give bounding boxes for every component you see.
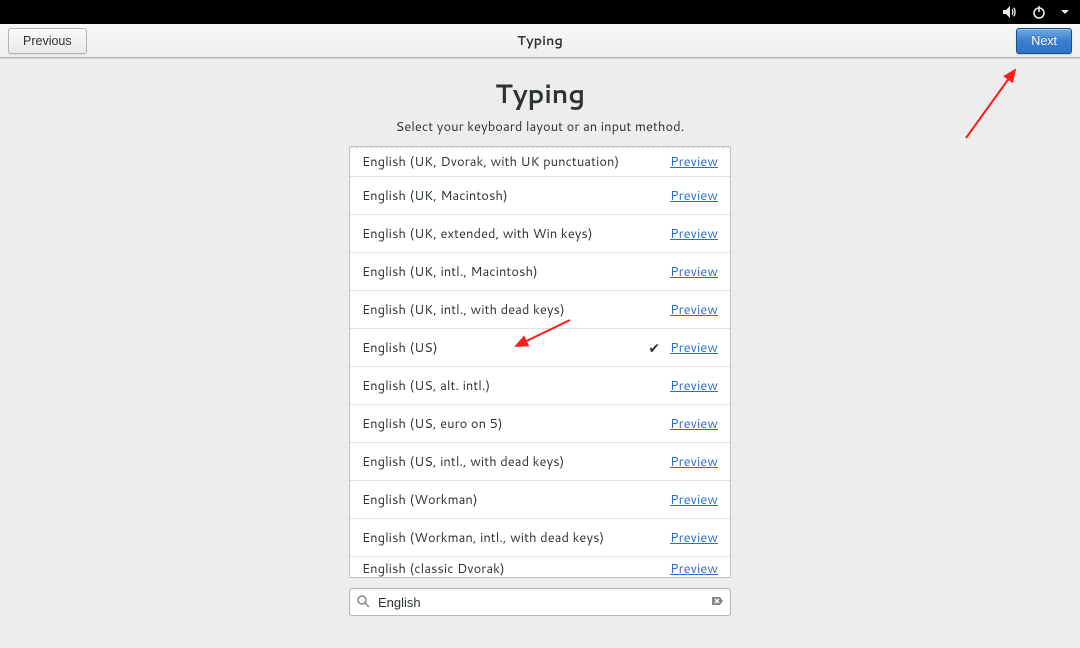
search-input[interactable] — [376, 594, 710, 611]
power-icon[interactable] — [1032, 5, 1046, 19]
layout-row[interactable]: English (Workman)Preview — [350, 481, 730, 519]
keyboard-layout-list[interactable]: English (UK, Dvorak, with UK punctuation… — [349, 146, 731, 578]
layout-row[interactable]: English (UK, extended, with Win keys)Pre… — [350, 215, 730, 253]
preview-link[interactable]: Preview — [670, 301, 718, 319]
layout-row[interactable]: English (US)✔ Preview — [350, 329, 730, 367]
header-title: Typing — [0, 32, 1080, 50]
preview-link[interactable]: Preview — [670, 453, 718, 471]
preview-link[interactable]: Preview — [670, 491, 718, 509]
page-subtitle: Select your keyboard layout or an input … — [396, 118, 685, 136]
layout-row[interactable]: English (Workman, intl., with dead keys)… — [350, 519, 730, 557]
layout-label: English (Workman) — [362, 491, 670, 509]
layout-label: English (UK, Dvorak, with UK punctuation… — [362, 153, 670, 171]
layout-label: English (US, intl., with dead keys) — [362, 453, 670, 471]
preview-link[interactable]: Preview — [670, 529, 718, 547]
layout-label: English (US, alt. intl.) — [362, 377, 670, 395]
layout-label: English (US, euro on 5) — [362, 415, 670, 433]
layout-row[interactable]: English (UK, Macintosh)Preview — [350, 177, 730, 215]
layout-label: English (UK, extended, with Win keys) — [362, 225, 670, 243]
layout-label: English (UK, intl., Macintosh) — [362, 263, 670, 281]
preview-link[interactable]: Preview — [670, 560, 718, 578]
main-content: Typing Select your keyboard layout or an… — [0, 58, 1080, 616]
preview-link[interactable]: Preview — [670, 263, 718, 281]
layout-row[interactable]: English (US, alt. intl.)Preview — [350, 367, 730, 405]
check-icon: ✔ — [648, 338, 660, 358]
search-icon — [356, 591, 370, 614]
layout-row[interactable]: English (UK, intl., with dead keys)Previ… — [350, 291, 730, 329]
layout-row[interactable]: English (classic Dvorak)Preview — [350, 557, 730, 578]
layout-row[interactable]: English (UK, intl., Macintosh)Preview — [350, 253, 730, 291]
next-button[interactable]: Next — [1016, 28, 1072, 54]
layout-row[interactable]: English (US, intl., with dead keys)Previ… — [350, 443, 730, 481]
layout-row[interactable]: English (UK, Dvorak, with UK punctuation… — [350, 147, 730, 177]
preview-link[interactable]: Preview — [670, 415, 718, 433]
system-top-bar — [0, 0, 1080, 24]
preview-link[interactable]: Preview — [670, 339, 718, 357]
layout-label: English (UK, Macintosh) — [362, 187, 670, 205]
page-title: Typing — [495, 76, 585, 112]
clear-search-icon[interactable] — [710, 591, 724, 614]
layout-label: English (US) — [362, 339, 648, 357]
header-bar: Previous Typing Next — [0, 24, 1080, 58]
previous-button[interactable]: Previous — [8, 28, 87, 54]
volume-icon[interactable] — [1002, 5, 1018, 19]
layout-label: English (UK, intl., with dead keys) — [362, 301, 670, 319]
preview-link[interactable]: Preview — [670, 187, 718, 205]
search-field[interactable] — [349, 588, 731, 616]
system-tray — [1002, 5, 1070, 19]
preview-link[interactable]: Preview — [670, 225, 718, 243]
layout-row[interactable]: English (US, euro on 5)Preview — [350, 405, 730, 443]
layout-label: English (classic Dvorak) — [362, 560, 670, 578]
preview-link[interactable]: Preview — [670, 377, 718, 395]
layout-label: English (Workman, intl., with dead keys) — [362, 529, 670, 547]
chevron-down-icon[interactable] — [1060, 7, 1070, 17]
preview-link[interactable]: Preview — [670, 153, 718, 171]
